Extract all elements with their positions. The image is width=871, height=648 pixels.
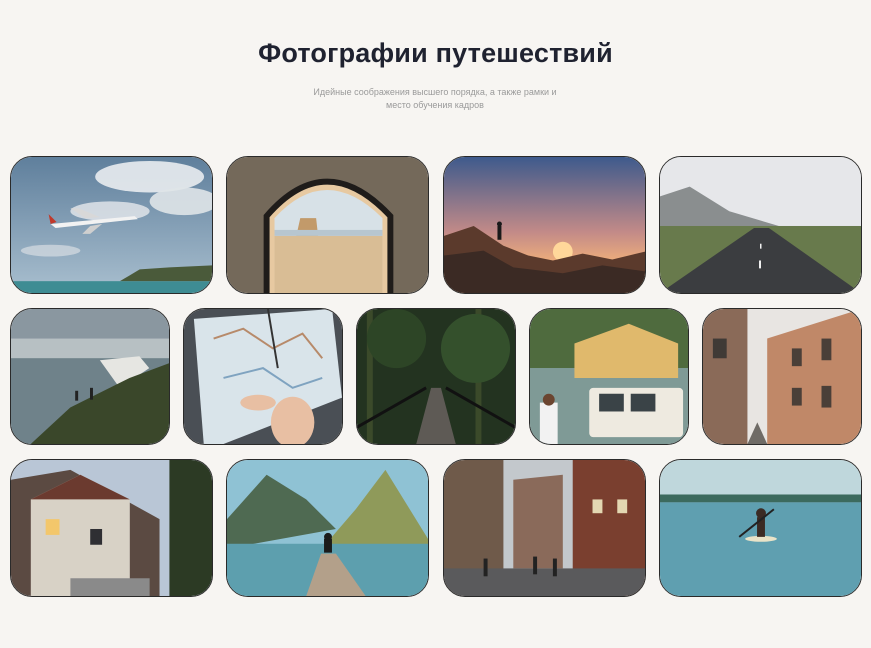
photo-old-street[interactable]	[702, 308, 862, 445]
page-title: Фотографии путешествий	[258, 38, 613, 68]
photo-airplane-over-sea[interactable]	[10, 156, 213, 294]
photo-city-street[interactable]	[443, 459, 646, 597]
photo-empty-road[interactable]	[659, 156, 862, 294]
photo-hiker-sunset[interactable]	[443, 156, 646, 294]
photo-map-in-car[interactable]	[183, 308, 343, 445]
photo-tent-desert-view[interactable]	[226, 156, 429, 294]
photo-forest-bridge[interactable]	[356, 308, 516, 445]
photo-white-cliffs[interactable]	[10, 308, 170, 445]
photo-village-lane[interactable]	[10, 459, 213, 597]
page-subtitle: Идейные соображения высшего порядка, а т…	[313, 87, 557, 110]
photo-paddle-board[interactable]	[659, 459, 862, 597]
photo-fjord-pier[interactable]	[226, 459, 429, 597]
photo-roof-tent-car[interactable]	[529, 308, 689, 445]
